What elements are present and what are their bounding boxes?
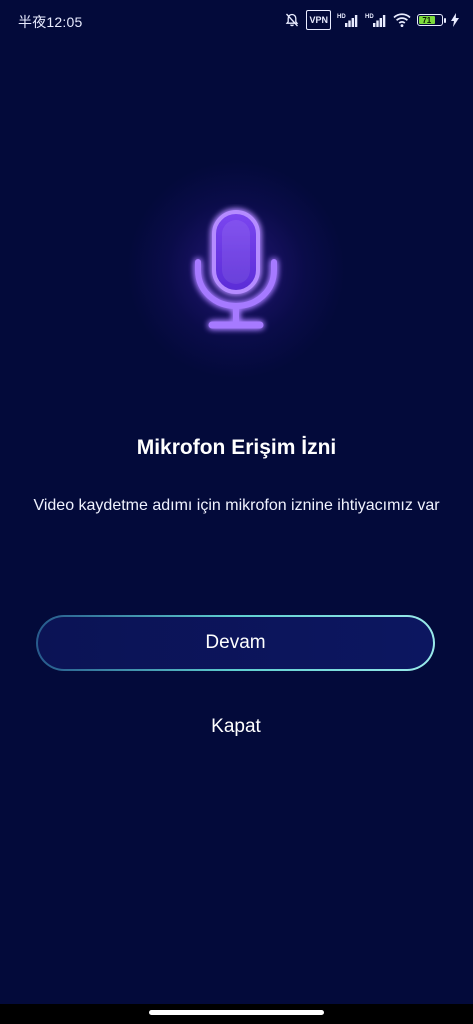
status-time: 半夜12:05 <box>18 14 83 30</box>
vpn-icon: VPN <box>306 10 331 30</box>
bell-off-icon <box>284 11 300 29</box>
status-bar: 半夜12:05 VPN HD HD 71 <box>0 0 473 40</box>
signal-hd-icon: HD <box>337 11 359 29</box>
svg-text:HD: HD <box>337 14 346 20</box>
continue-button[interactable]: Devam <box>36 615 435 671</box>
battery-icon: 71 <box>417 11 446 29</box>
home-indicator[interactable] <box>149 1010 324 1015</box>
charging-bolt-icon <box>451 11 459 29</box>
svg-text:HD: HD <box>365 14 374 20</box>
close-button[interactable]: Kapat <box>186 716 286 738</box>
page-title: Mikrofon Erişim İzni <box>136 436 337 459</box>
battery-level: 71 <box>419 16 435 25</box>
microphone-icon <box>186 204 286 336</box>
signal-hd-icon: HD <box>365 11 387 29</box>
status-icons: VPN HD HD 71 <box>284 10 459 30</box>
permission-description: Video kaydetme adımı için mikrofon iznin… <box>33 497 440 514</box>
wifi-icon <box>393 11 411 29</box>
